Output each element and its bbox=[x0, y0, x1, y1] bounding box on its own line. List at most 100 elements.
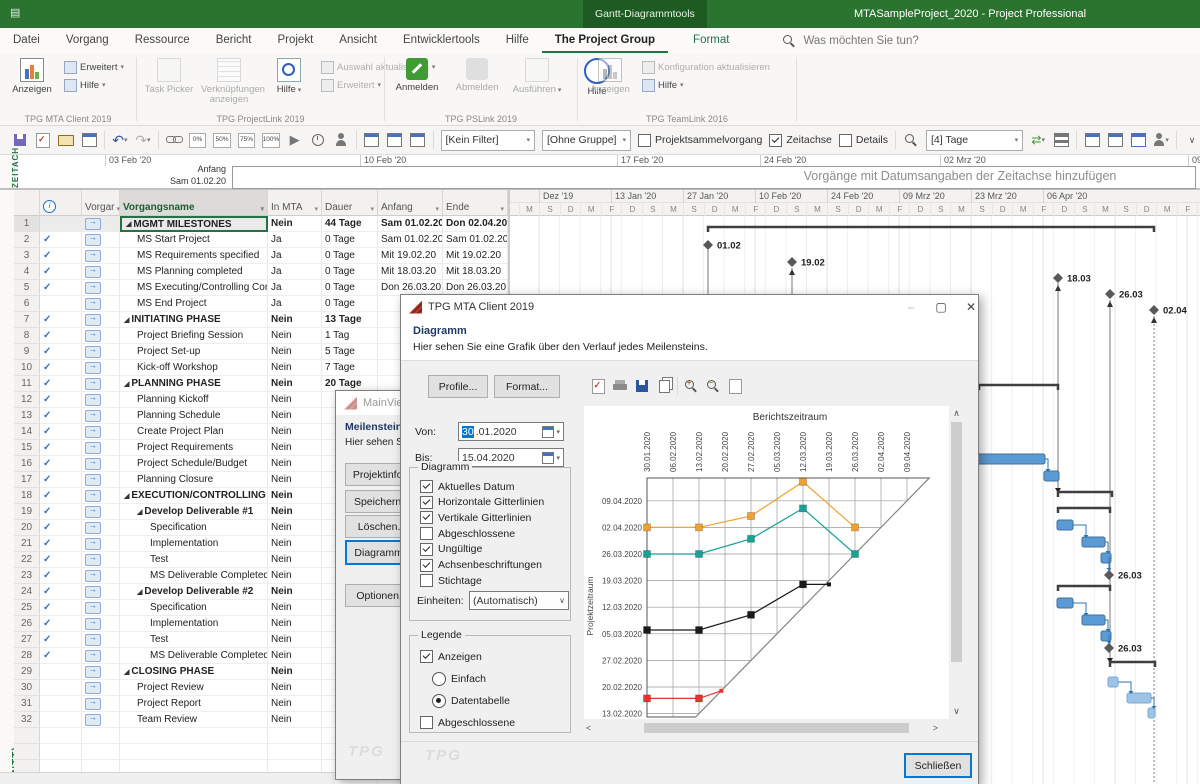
format-button[interactable]: Format... bbox=[494, 375, 560, 398]
open-icon[interactable] bbox=[58, 131, 74, 149]
task-name-cell[interactable]: ◢Develop Deliverable #1 bbox=[120, 504, 268, 520]
anfang-header[interactable]: Anfang▾ bbox=[378, 190, 443, 216]
menu-tab-ansicht[interactable]: Ansicht bbox=[326, 28, 390, 53]
row-number[interactable]: 2 bbox=[14, 232, 40, 248]
export-icon[interactable] bbox=[81, 131, 97, 149]
row-number[interactable]: 10 bbox=[14, 360, 40, 376]
ribbon-button-anzeigen[interactable]: Anzeigen bbox=[4, 55, 60, 111]
print-icon[interactable] bbox=[611, 378, 629, 394]
zoom-out-icon[interactable]: − bbox=[704, 378, 722, 394]
task-name-cell[interactable]: ◢CLOSING PHASE bbox=[120, 664, 268, 680]
row-number[interactable]: 20 bbox=[14, 520, 40, 536]
ende-header[interactable]: Ende▾ bbox=[443, 190, 508, 216]
column-dropdown-icon[interactable]: ▾ bbox=[370, 205, 374, 213]
dauer-cell[interactable]: 13 Tage bbox=[322, 312, 378, 328]
task-mode-cell[interactable] bbox=[82, 456, 120, 472]
toolbar-checkbox-details[interactable]: Details bbox=[839, 134, 888, 147]
row-number[interactable]: 4 bbox=[14, 264, 40, 280]
view-side-strip[interactable]: BALKENDIAGRAMM (GANTT) bbox=[0, 190, 15, 784]
dauer-cell[interactable]: 0 Tage bbox=[322, 296, 378, 312]
add-calendar-icon[interactable] bbox=[1084, 131, 1100, 149]
inmta-cell[interactable]: Nein bbox=[268, 328, 322, 344]
clock-icon[interactable] bbox=[310, 131, 326, 149]
task-name-cell[interactable]: Project Requirements bbox=[120, 440, 268, 456]
row-number[interactable]: 11 bbox=[14, 376, 40, 392]
task-mode-cell[interactable] bbox=[82, 232, 120, 248]
diagramm-checkbox-achsenbeschriftungen[interactable]: Achsenbeschriftungen bbox=[420, 559, 542, 572]
inmta-cell[interactable]: Nein bbox=[268, 344, 322, 360]
diagramm-checkbox-horizontale-gitterlinien[interactable]: Horizontale Gitterlinien bbox=[420, 496, 544, 509]
ende-cell[interactable]: Don 02.04.20 bbox=[443, 216, 508, 232]
dauer-cell[interactable]: 0 Tage bbox=[322, 232, 378, 248]
inmta-cell[interactable]: Nein bbox=[268, 664, 322, 680]
row-number[interactable]: 25 bbox=[14, 600, 40, 616]
task-name-cell[interactable]: Implementation bbox=[120, 536, 268, 552]
task-mode-cell[interactable] bbox=[82, 344, 120, 360]
anfang-cell[interactable]: Mit 19.02.20 bbox=[378, 248, 443, 264]
row-number[interactable]: 27 bbox=[14, 632, 40, 648]
task-mode-cell[interactable] bbox=[82, 584, 120, 600]
task-name-cell[interactable]: Implementation bbox=[120, 616, 268, 632]
task-name-cell[interactable]: ◢EXECUTION/CONTROLLING PHASE bbox=[120, 488, 268, 504]
timescale-select[interactable]: [4] Tage▾ bbox=[926, 130, 1023, 151]
select-cursor-icon[interactable]: ▶ bbox=[287, 131, 303, 149]
calendar-icon[interactable] bbox=[387, 131, 403, 149]
mode-header[interactable]: Vorgar▾ bbox=[82, 190, 120, 216]
dialog-titlebar[interactable]: TPG MTA Client 2019 bbox=[401, 295, 978, 319]
ribbon-small-hilfe[interactable]: Hilfe▾ bbox=[642, 77, 684, 93]
ribbon-small-erweitert[interactable]: Erweitert▾ bbox=[64, 59, 124, 75]
calendar-settings-icon[interactable] bbox=[1130, 131, 1146, 149]
task-mode-cell[interactable] bbox=[82, 664, 120, 680]
task-name-cell[interactable]: MS Executing/Controlling Completed bbox=[120, 280, 268, 296]
inmta-cell[interactable]: Nein bbox=[268, 408, 322, 424]
quick-access-icons[interactable]: ▤ bbox=[10, 6, 26, 19]
inmta-cell[interactable]: Nein bbox=[268, 456, 322, 472]
row-number[interactable]: 5 bbox=[14, 280, 40, 296]
task-name-cell[interactable]: MS Requirements specified bbox=[120, 248, 268, 264]
task-name-cell[interactable]: ◢INITIATING PHASE bbox=[120, 312, 268, 328]
menu-tab-entwicklertools[interactable]: Entwicklertools bbox=[390, 28, 493, 53]
inmta-cell[interactable]: Nein bbox=[268, 712, 322, 728]
task-mode-cell[interactable] bbox=[82, 696, 120, 712]
row-number[interactable]: 8 bbox=[14, 328, 40, 344]
contextual-tools-tab[interactable]: Gantt-Diagrammtools bbox=[583, 0, 707, 28]
row-number[interactable]: 6 bbox=[14, 296, 40, 312]
toolbar-checkbox-projektsammelvorgang[interactable]: Projektsammelvorgang bbox=[638, 134, 762, 147]
row-number[interactable]: 24 bbox=[14, 584, 40, 600]
task-mode-cell[interactable] bbox=[82, 296, 120, 312]
row-number[interactable]: 14 bbox=[14, 424, 40, 440]
task-mode-cell[interactable] bbox=[82, 680, 120, 696]
ribbon-small-hilfe[interactable]: Hilfe▾ bbox=[64, 77, 106, 93]
tell-me-search[interactable]: Was möchten Sie tun? bbox=[782, 28, 918, 53]
einfach-radio[interactable]: Einfach bbox=[432, 672, 486, 686]
row-number[interactable]: 21 bbox=[14, 536, 40, 552]
copy-icon[interactable] bbox=[655, 378, 673, 394]
task-name-cell[interactable]: MS Deliverable Completed bbox=[120, 648, 268, 664]
inmta-cell[interactable]: Ja bbox=[268, 296, 322, 312]
task-mode-cell[interactable] bbox=[82, 712, 120, 728]
row-number[interactable]: 17 bbox=[14, 472, 40, 488]
row-number[interactable]: 19 bbox=[14, 504, 40, 520]
inmta-cell[interactable]: Nein bbox=[268, 568, 322, 584]
report-icon[interactable] bbox=[589, 378, 607, 394]
inmta-cell[interactable]: Nein bbox=[268, 440, 322, 456]
column-dropdown-icon[interactable]: ▾ bbox=[314, 205, 318, 213]
task-name-cell[interactable]: MS Planning completed bbox=[120, 264, 268, 280]
row-number[interactable]: 15 bbox=[14, 440, 40, 456]
inmta-cell[interactable]: Nein bbox=[268, 216, 322, 232]
column-dropdown-icon[interactable]: ▾ bbox=[260, 205, 264, 213]
minimize-button[interactable]: – bbox=[896, 297, 926, 317]
menu-tab-datei[interactable]: Datei bbox=[0, 28, 53, 53]
toolbar-checkbox-zeitachse[interactable]: Zeitachse bbox=[769, 134, 832, 147]
ende-cell[interactable]: Mit 19.02.20 bbox=[443, 248, 508, 264]
zoom-timescale-icon[interactable] bbox=[903, 131, 919, 149]
calendar-picker-icon[interactable]: ▾ bbox=[542, 426, 560, 438]
row-number[interactable]: 12 bbox=[14, 392, 40, 408]
table-hscrollbar[interactable] bbox=[0, 772, 335, 784]
task-name-cell[interactable]: MS Deliverable Completed bbox=[120, 568, 268, 584]
name-header[interactable]: Vorgangsname▾ bbox=[120, 190, 268, 216]
task-mode-cell[interactable] bbox=[82, 392, 120, 408]
task-mode-cell[interactable] bbox=[82, 616, 120, 632]
task-mode-cell[interactable] bbox=[82, 280, 120, 296]
diagramm-checkbox-abgeschlossene[interactable]: Abgeschlossene bbox=[420, 527, 515, 540]
